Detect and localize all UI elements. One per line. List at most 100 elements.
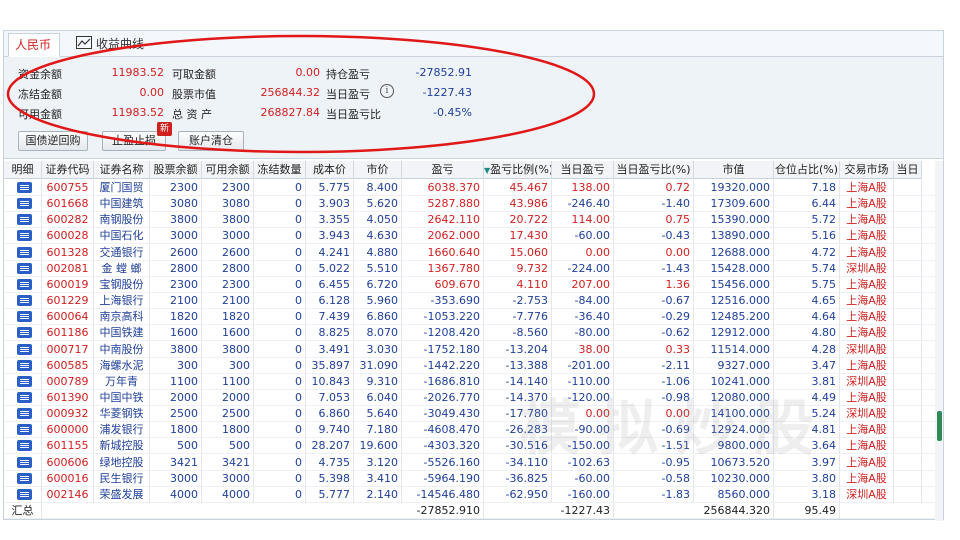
detail-cell[interactable] bbox=[4, 228, 42, 245]
column-header[interactable]: 盈亏 bbox=[402, 161, 484, 179]
detail-list-icon[interactable] bbox=[17, 440, 32, 452]
detail-list-icon[interactable] bbox=[17, 359, 32, 371]
table-row[interactable]: 600028 中国石化 3000 3000 0 3.943 4.630 2062.000 17.… bbox=[4, 228, 943, 245]
total-cell: -27852.910 bbox=[402, 503, 484, 519]
table-row[interactable]: 000717 中南股份 3800 3800 0 3.491 3.030 -1752.180 -1… bbox=[4, 341, 943, 358]
column-header[interactable]: 仓位占比(%) bbox=[774, 161, 840, 179]
column-header[interactable]: 当日 bbox=[894, 161, 922, 179]
column-header[interactable]: 明细 bbox=[4, 161, 42, 179]
table-row[interactable]: 002081 金 螳 螂 2800 2800 0 5.022 5.510 1367.780 9.… bbox=[4, 260, 943, 277]
detail-cell[interactable] bbox=[4, 389, 42, 406]
vertical-scrollbar[interactable] bbox=[935, 161, 943, 521]
table-row[interactable]: 600064 南京高科 1820 1820 0 7.439 6.860 -1053.220 -7… bbox=[4, 309, 943, 326]
table-cell: 深圳A股 bbox=[840, 260, 894, 277]
detail-list-icon[interactable] bbox=[17, 391, 32, 403]
column-header[interactable]: 冻结数量 bbox=[254, 161, 306, 179]
detail-cell[interactable] bbox=[4, 357, 42, 374]
detail-list-icon[interactable] bbox=[17, 198, 32, 210]
detail-cell[interactable] bbox=[4, 486, 42, 503]
detail-cell[interactable] bbox=[4, 309, 42, 326]
detail-cell[interactable] bbox=[4, 212, 42, 229]
table-row[interactable]: 601328 交通银行 2600 2600 0 4.241 4.880 1660.640 15.… bbox=[4, 244, 943, 261]
table-row[interactable]: 601186 中国铁建 1600 1600 0 8.825 8.070 -1208.420 -8… bbox=[4, 325, 943, 342]
detail-list-icon[interactable] bbox=[17, 375, 32, 387]
table-row[interactable]: 000932 华菱钢铁 2500 2500 0 6.860 5.640 -3049.430 -1… bbox=[4, 406, 943, 423]
info-icon[interactable]: i bbox=[380, 84, 394, 98]
table-cell bbox=[894, 212, 922, 229]
tab-profit-curve[interactable]: 收益曲线 bbox=[70, 33, 160, 57]
detail-cell[interactable] bbox=[4, 422, 42, 439]
detail-list-icon[interactable] bbox=[17, 327, 32, 339]
detail-list-icon[interactable] bbox=[17, 424, 32, 436]
detail-cell[interactable] bbox=[4, 341, 42, 358]
detail-list-icon[interactable] bbox=[17, 408, 32, 420]
detail-cell[interactable] bbox=[4, 196, 42, 213]
column-header-label: 冻结数量 bbox=[257, 163, 302, 176]
table-cell: 2100 bbox=[202, 293, 254, 310]
table-cell: 8.070 bbox=[354, 325, 402, 342]
detail-cell[interactable] bbox=[4, 293, 42, 310]
detail-cell[interactable] bbox=[4, 438, 42, 455]
table-cell: -2.753 bbox=[484, 293, 552, 310]
table-row[interactable]: 600016 民生银行 3000 3000 0 5.398 3.410 -5964.190 -3… bbox=[4, 470, 943, 487]
column-header[interactable]: 股票余额 bbox=[150, 161, 202, 179]
detail-cell[interactable] bbox=[4, 406, 42, 423]
detail-list-icon[interactable] bbox=[17, 488, 32, 500]
tab-rmb[interactable]: 人民币 bbox=[8, 33, 60, 57]
detail-list-icon[interactable] bbox=[17, 472, 32, 484]
table-row[interactable]: 601229 上海银行 2100 2100 0 6.128 5.960 -353.690 -2.… bbox=[4, 293, 943, 310]
table-row[interactable]: 002146 荣盛发展 4000 4000 0 5.777 2.140 -14546.480-… bbox=[4, 486, 943, 503]
column-header[interactable]: 可用余额 bbox=[202, 161, 254, 179]
detail-list-icon[interactable] bbox=[17, 295, 32, 307]
clear-account-button[interactable]: 账户清仓 bbox=[178, 131, 244, 151]
table-cell: 5.640 bbox=[354, 406, 402, 423]
detail-cell[interactable] bbox=[4, 276, 42, 293]
detail-list-icon[interactable] bbox=[17, 262, 32, 274]
detail-list-icon[interactable] bbox=[17, 278, 32, 290]
table-cell: 4.110 bbox=[484, 276, 552, 293]
table-cell: 交通银行 bbox=[94, 244, 150, 261]
table-cell: 4.80 bbox=[774, 325, 840, 342]
column-header[interactable]: 市价 bbox=[354, 161, 402, 179]
table-row[interactable]: 600000 浦发银行 1800 1800 0 9.740 7.180 -4608.470 -2… bbox=[4, 422, 943, 439]
detail-list-icon[interactable] bbox=[17, 214, 32, 226]
table-row[interactable]: 601668 中国建筑 3080 3080 0 3.903 5.620 5287.880 43.… bbox=[4, 196, 943, 213]
table-cell: 601328 bbox=[42, 244, 94, 261]
table-row[interactable]: 600755 厦门国贸 2300 2300 0 5.775 8.400 6038.370 45.… bbox=[4, 180, 943, 196]
table-row[interactable]: 600585 海螺水泥 300 300 0 35.897 31.090 -1442.220 -1… bbox=[4, 357, 943, 374]
table-row[interactable]: 601390 中国中铁 2000 2000 0 7.053 6.040 -2026.770 -1… bbox=[4, 389, 943, 406]
detail-cell[interactable] bbox=[4, 244, 42, 261]
table-cell: 609.670 bbox=[402, 276, 484, 293]
column-header[interactable]: 交易市场 bbox=[840, 161, 894, 179]
column-header[interactable]: 证券代码 bbox=[42, 161, 94, 179]
detail-list-icon[interactable] bbox=[17, 246, 32, 258]
detail-cell[interactable] bbox=[4, 180, 42, 196]
detail-cell[interactable] bbox=[4, 260, 42, 277]
table-row[interactable]: 000789 万年青 1100 1100 0 10.843 9.310 -1686.810 -1… bbox=[4, 373, 943, 390]
detail-cell[interactable] bbox=[4, 470, 42, 487]
column-header[interactable]: 市值 bbox=[694, 161, 774, 179]
column-header[interactable]: 当日盈亏 bbox=[552, 161, 614, 179]
detail-cell[interactable] bbox=[4, 325, 42, 342]
table-cell: 5.24 bbox=[774, 406, 840, 423]
table-cell: 8560.000 bbox=[694, 486, 774, 503]
detail-list-icon[interactable] bbox=[17, 182, 32, 193]
detail-list-icon[interactable] bbox=[17, 311, 32, 323]
column-header[interactable]: ▼盈亏比例(%) bbox=[484, 161, 552, 179]
column-header[interactable]: 证券名称 bbox=[94, 161, 150, 179]
table-cell bbox=[894, 470, 922, 487]
detail-list-icon[interactable] bbox=[17, 230, 32, 242]
scrollbar-thumb[interactable] bbox=[937, 411, 942, 441]
repo-button[interactable]: 国债逆回购 bbox=[18, 131, 88, 151]
detail-list-icon[interactable] bbox=[17, 343, 32, 355]
detail-list-icon[interactable] bbox=[17, 456, 32, 468]
table-cell: 207.00 bbox=[552, 276, 614, 293]
column-header[interactable]: 当日盈亏比(%) bbox=[614, 161, 694, 179]
table-row[interactable]: 600282 南钢股份 3800 3800 0 3.355 4.050 2642.110 20.… bbox=[4, 212, 943, 229]
table-row[interactable]: 600606 绿地控股 3421 3421 0 4.735 3.120 -5526.160 -3… bbox=[4, 454, 943, 471]
column-header[interactable]: 成本价 bbox=[306, 161, 354, 179]
table-row[interactable]: 600019 宝钢股份 2300 2300 0 6.455 6.720 609.670 4.11… bbox=[4, 276, 943, 293]
detail-cell[interactable] bbox=[4, 454, 42, 471]
table-row[interactable]: 601155 新城控股 500 500 0 28.207 19.600 -4303.320 -3… bbox=[4, 438, 943, 455]
detail-cell[interactable] bbox=[4, 373, 42, 390]
